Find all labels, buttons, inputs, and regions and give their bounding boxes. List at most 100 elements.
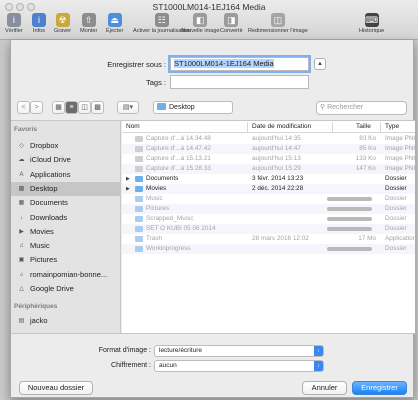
toolbar-button-3[interactable]: ⇧ Monter (80, 13, 97, 34)
sidebar-item-applications[interactable]: A Applications (11, 168, 120, 182)
back-arrow-icon: < (21, 104, 26, 111)
toolbar-button-7[interactable]: ◨ Convertir (220, 13, 243, 34)
disclosure-triangle-icon[interactable]: ▶ (126, 184, 132, 194)
file-row[interactable]: Music Dossier (122, 194, 415, 204)
toolbar-button-8[interactable]: ◫ Redimensionner l'image (248, 13, 308, 34)
file-date: aujourd'hui 15:13 (252, 155, 301, 162)
toolbar-button-9[interactable]: ⌨ Historique (359, 13, 384, 34)
popup-arrows-icon: ↕ (314, 346, 323, 356)
toolbar-label: Graver (54, 28, 72, 34)
toolbar-button-4[interactable]: ⏏ Éjecter (106, 13, 123, 34)
toolbar-label: Convertir (220, 28, 243, 34)
file-list: Nom Date de modification Taille Type Cap… (122, 121, 415, 333)
format-popup[interactable]: lecture/écriture ↕ (154, 345, 324, 357)
movies-icon: ▶ (19, 228, 24, 235)
file-row[interactable]: Capture d'...à 14.34.48 aujourd'hui 14:35… (122, 134, 415, 144)
icon-view-button[interactable]: ▦ (52, 101, 65, 114)
file-row[interactable]: ▶ Documents 3 févr. 2014 13:23 Dossier (122, 174, 415, 184)
forward-button[interactable]: > (30, 101, 43, 114)
sidebar-item-cloud[interactable]: ☁ iCloud Drive (11, 153, 120, 167)
sidebar-item-label: Downloads (30, 212, 68, 222)
save-button[interactable]: Enregistrer (352, 381, 407, 395)
file-row[interactable]: Capture d'...à 15.28.33 aujourd'hui 15:29… (122, 164, 415, 174)
file-name: Capture d'...à 15.13.21 (146, 155, 211, 162)
search-field[interactable]: ⚲ Rechercher (316, 101, 407, 115)
redacted-date-bar (327, 227, 372, 231)
file-row[interactable]: SET O KUBI 05 06 2014 Dossier (122, 224, 415, 234)
image-file-icon (135, 156, 143, 162)
file-name: Documents (146, 175, 179, 182)
save-as-field[interactable]: ST1000LM014-1EJ164 Media (170, 57, 309, 71)
chevron-up-icon: ▲ (317, 61, 323, 67)
list-icon: ≡ (69, 104, 74, 111)
arrange-icon: ▤▾ (122, 104, 134, 111)
file-row[interactable]: Capture d'...à 14.47.42 aujourd'hui 14:47… (122, 144, 415, 154)
folder-icon (135, 246, 143, 252)
column-size[interactable]: Taille (356, 121, 371, 133)
toolbar-button-1[interactable]: i Infos (32, 13, 46, 34)
toolbar-label: Infos (32, 28, 46, 34)
file-name: Capture d'...à 14.34.48 (146, 135, 211, 142)
mount-icon: ⇧ (81, 13, 96, 27)
tags-field[interactable] (170, 75, 309, 89)
pictures-icon: ▣ (18, 257, 25, 264)
file-row[interactable]: Scrapped_Music Dossier (122, 214, 415, 224)
toolbar-button-6[interactable]: ◧ Nouvelle image (181, 13, 220, 34)
sidebar-item-music[interactable]: ♫ Music (11, 239, 120, 253)
sidebar-item-movies[interactable]: ▶ Movies (11, 225, 120, 239)
file-kind: Application (385, 235, 415, 242)
encryption-popup[interactable]: aucun ↕ (154, 360, 324, 372)
column-date[interactable]: Date de modification (252, 121, 311, 133)
file-kind: Image PNG (385, 165, 415, 172)
sidebar-item-downloads[interactable]: ↓ Downloads (11, 211, 120, 225)
disclosure-triangle-icon[interactable]: ▶ (126, 174, 132, 184)
sidebar: Favoris ◇ Dropbox ☁ iCloud Drive A Applicatio… (11, 121, 121, 333)
sidebar-item-desktop[interactable]: ▩ Desktop (11, 181, 120, 196)
file-kind: Image PNG (385, 155, 415, 162)
expand-toggle-button[interactable]: ▲ (314, 58, 326, 70)
location-popup[interactable]: Desktop (153, 101, 233, 114)
format-label: Format d'image : (98, 347, 151, 354)
burn-icon: ☢ (55, 13, 70, 27)
coverflow-view-button[interactable]: ▩ (91, 101, 104, 114)
file-row[interactable]: Pictures Dossier (122, 204, 415, 214)
file-kind: Dossier (385, 185, 407, 192)
sidebar-item-documents[interactable]: ▦ Documents (11, 196, 120, 210)
file-date: 2 déc. 2014 22:28 (252, 185, 304, 192)
file-row[interactable]: ▶ Movies 2 déc. 2014 22:28 Dossier (122, 184, 415, 194)
folder-icon (157, 103, 166, 110)
column-kind[interactable]: Type (385, 121, 399, 133)
sidebar-item-device[interactable]: ▤ jacko (11, 314, 120, 328)
column-view-button[interactable]: ◫ (78, 101, 91, 114)
encryption-label: Chiffrement : (111, 362, 151, 369)
save-as-value: ST1000LM014-1EJ164 Media (174, 59, 274, 68)
sidebar-item-drive[interactable]: △ Google Drive (11, 282, 120, 296)
window-titlebar: ST1000LM014-1EJ164 Media i Vérifier i Infos… (0, 0, 418, 40)
favorites-header: Favoris (14, 126, 38, 133)
new-folder-button[interactable]: Nouveau dossier (19, 381, 93, 395)
sidebar-item-pictures[interactable]: ▣ Pictures (11, 253, 120, 267)
devices-header: Périphériques (14, 303, 58, 310)
column-separator (247, 122, 248, 132)
sidebar-item-dropbox[interactable]: ◇ Dropbox (11, 139, 120, 153)
column-header: Nom Date de modification Taille Type (122, 121, 415, 133)
grid-icon: ▦ (55, 104, 62, 111)
sidebar-item-home[interactable]: ⌂ romainpomian-bonne... (11, 268, 120, 282)
folder-icon (135, 236, 143, 242)
list-view-button[interactable]: ≡ (65, 101, 78, 114)
cancel-button[interactable]: Annuler (302, 381, 347, 395)
toolbar-button-2[interactable]: ☢ Graver (54, 13, 71, 34)
file-name: Trash (146, 235, 163, 242)
file-row[interactable]: Trash 28 mars 2016 12:02 17 Mo Application (122, 234, 415, 244)
back-button[interactable]: < (17, 101, 30, 114)
journal-icon: ☷ (154, 13, 169, 27)
column-name[interactable]: Nom (126, 121, 140, 133)
folder-icon (135, 206, 143, 212)
file-row[interactable]: Capture d'...à 15.13.21 aujourd'hui 15:13… (122, 154, 415, 164)
arrange-button[interactable]: ▤▾ (117, 101, 139, 114)
eject-icon: ⏏ (107, 13, 122, 27)
file-row[interactable]: Workinprogress Dossier (122, 244, 415, 254)
home-icon: ⌂ (19, 271, 24, 278)
toolbar-button-0[interactable]: i Vérifier (5, 13, 23, 34)
file-kind: Dossier (385, 175, 407, 182)
